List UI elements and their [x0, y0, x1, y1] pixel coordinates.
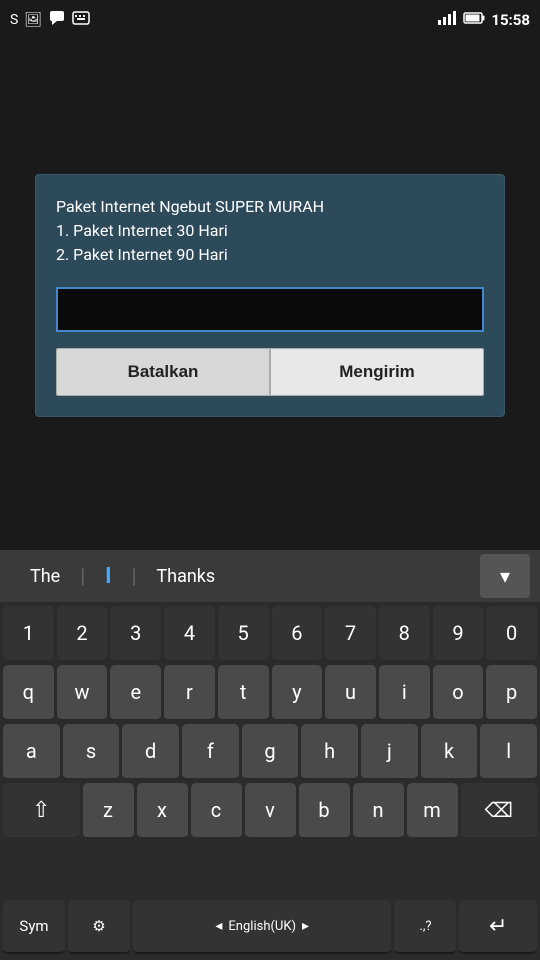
suggestion-2[interactable]: I	[85, 564, 131, 589]
settings-key[interactable]: ⚙	[68, 900, 130, 954]
dialog-message: Paket Internet Ngebut SUPER MURAH 1. Pak…	[56, 195, 484, 267]
key-y[interactable]: y	[272, 665, 323, 721]
main-area: Paket Internet Ngebut SUPER MURAH 1. Pak…	[0, 40, 540, 550]
key-4[interactable]: 4	[164, 606, 215, 662]
key-m[interactable]: m	[407, 783, 458, 839]
key-1[interactable]: 1	[3, 606, 54, 662]
key-2[interactable]: 2	[57, 606, 108, 662]
language-label: English(UK)	[228, 919, 296, 934]
key-d[interactable]: d	[122, 724, 179, 780]
dialog: Paket Internet Ngebut SUPER MURAH 1. Pak…	[35, 174, 505, 417]
key-o[interactable]: o	[433, 665, 484, 721]
key-t[interactable]: t	[218, 665, 269, 721]
language-key[interactable]: ◂ English(UK) ▸	[133, 900, 391, 954]
key-c[interactable]: c	[191, 783, 242, 839]
zxcv-row: ⇧ z x c v b n m ⌫	[3, 783, 537, 839]
suggestions-bar: The | I | Thanks ▾	[0, 550, 540, 602]
s-icon: S	[10, 12, 18, 28]
key-l[interactable]: l	[480, 724, 537, 780]
bbm-icon	[48, 9, 66, 31]
keyboard-icon	[72, 11, 90, 29]
key-0[interactable]: 0	[486, 606, 537, 662]
time-display: 15:58	[491, 11, 530, 29]
batalkan-button[interactable]: Batalkan	[56, 348, 270, 396]
key-3[interactable]: 3	[110, 606, 161, 662]
number-row: 1 2 3 4 5 6 7 8 9 0	[3, 606, 537, 662]
key-7[interactable]: 7	[325, 606, 376, 662]
status-bar: S 🖼 15:58	[0, 0, 540, 40]
key-q[interactable]: q	[3, 665, 54, 721]
key-x[interactable]: x	[137, 783, 188, 839]
key-h[interactable]: h	[301, 724, 358, 780]
backspace-key[interactable]: ⌫	[461, 783, 538, 839]
lang-right-arrow: ▸	[302, 918, 309, 934]
keyboard-area: The | I | Thanks ▾ 1 2 3 4 5 6 7 8 9 0 q…	[0, 550, 540, 960]
key-f[interactable]: f	[182, 724, 239, 780]
key-r[interactable]: r	[164, 665, 215, 721]
key-p[interactable]: p	[486, 665, 537, 721]
key-i[interactable]: i	[379, 665, 430, 721]
key-w[interactable]: w	[57, 665, 108, 721]
key-j[interactable]: j	[361, 724, 418, 780]
qwerty-row: q w e r t y u i o p	[3, 665, 537, 721]
signal-icon	[437, 10, 457, 30]
gallery-icon: 🖼	[24, 12, 42, 28]
bottom-bar: Sym ⚙ ◂ English(UK) ▸ .,? ↵	[0, 898, 540, 960]
key-u[interactable]: u	[325, 665, 376, 721]
key-b[interactable]: b	[299, 783, 350, 839]
shift-key[interactable]: ⇧	[3, 783, 80, 839]
asdf-row: a s d f g h j k l	[3, 724, 537, 780]
status-icons-left: S 🖼	[10, 9, 90, 31]
gear-icon: ⚙	[92, 917, 105, 935]
key-n[interactable]: n	[353, 783, 404, 839]
lang-left-arrow: ◂	[215, 918, 222, 934]
enter-key[interactable]: ↵	[459, 900, 537, 954]
key-6[interactable]: 6	[272, 606, 323, 662]
sym-key[interactable]: Sym	[3, 900, 65, 954]
punct-key[interactable]: .,?	[394, 900, 456, 954]
mengirim-button[interactable]: Mengirim	[270, 348, 484, 396]
status-right: 15:58	[437, 10, 530, 30]
key-k[interactable]: k	[421, 724, 478, 780]
dialog-input[interactable]	[56, 287, 484, 332]
key-9[interactable]: 9	[433, 606, 484, 662]
key-5[interactable]: 5	[218, 606, 269, 662]
key-8[interactable]: 8	[379, 606, 430, 662]
key-v[interactable]: v	[245, 783, 296, 839]
battery-icon	[463, 11, 485, 29]
key-z[interactable]: z	[83, 783, 134, 839]
key-g[interactable]: g	[242, 724, 299, 780]
key-a[interactable]: a	[3, 724, 60, 780]
suggestion-3[interactable]: Thanks	[136, 566, 235, 587]
keyboard-rows: 1 2 3 4 5 6 7 8 9 0 q w e r t y u i o p …	[0, 602, 540, 898]
chevron-down-icon: ▾	[500, 564, 510, 588]
expand-suggestions-button[interactable]: ▾	[480, 554, 530, 598]
key-s[interactable]: s	[63, 724, 120, 780]
suggestions-list: The | I | Thanks	[10, 564, 480, 589]
dialog-buttons: Batalkan Mengirim	[56, 348, 484, 396]
suggestion-1[interactable]: The	[10, 566, 80, 587]
key-e[interactable]: e	[110, 665, 161, 721]
